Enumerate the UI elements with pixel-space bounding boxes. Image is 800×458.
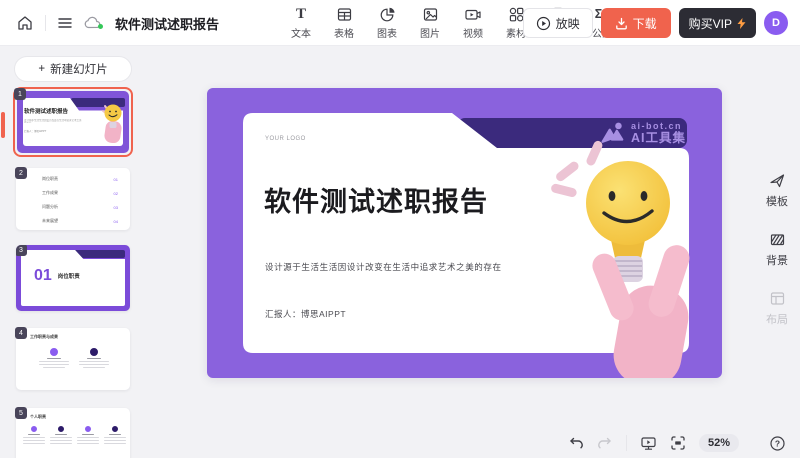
- tool-text[interactable]: T 文本: [284, 5, 318, 40]
- present-button[interactable]: 放映: [523, 8, 593, 38]
- panel-item-layout[interactable]: 布局: [766, 290, 788, 327]
- slide-thumbnail-2[interactable]: 2 岗位职责 01 工作成果 02 问题分析 03 未来展望 04: [16, 168, 130, 230]
- circle-marker: [58, 426, 64, 432]
- circle-marker: [112, 426, 118, 432]
- tool-table[interactable]: 表格: [327, 5, 361, 40]
- thumb-item: [76, 426, 100, 444]
- slide-thumbnail-3[interactable]: 3 01 岗位职责: [16, 245, 130, 311]
- slide-canvas[interactable]: YOUR LOGO 软件测试述职报告 设计源于生活生活因设计改变在生活中追求艺术…: [207, 88, 722, 378]
- plus-icon: +: [38, 63, 45, 75]
- lightning-icon: [737, 18, 746, 29]
- divider: [45, 15, 46, 31]
- slide-presenter[interactable]: 汇报人：博思AIPPT: [265, 308, 346, 320]
- svg-text:?: ?: [775, 438, 780, 448]
- fit-screen-icon: [670, 435, 686, 451]
- thumb-cover: 软件测试述职报告 设计源于生活生活因设计改变在生活中追求艺术之美的存在 汇报人：…: [17, 91, 129, 153]
- image-icon: [422, 5, 439, 23]
- help-button[interactable]: ?: [769, 435, 786, 452]
- play-icon: [536, 16, 551, 31]
- circle-marker: [50, 348, 58, 356]
- slide-panel: + 新建幻灯片 1 软件测试述职报告 设计源于生活生活因设计改变在生活中追求艺术…: [0, 46, 150, 458]
- tool-image[interactable]: 图片: [413, 5, 447, 40]
- menu-icon[interactable]: [57, 16, 73, 30]
- bottom-controls: 52% ?: [568, 434, 786, 452]
- panel-item-template[interactable]: 模板: [766, 172, 788, 209]
- cloud-sync-icon[interactable]: [84, 16, 102, 30]
- slide-logo-text[interactable]: YOUR LOGO: [265, 136, 306, 142]
- background-icon: [769, 231, 786, 248]
- circle-marker: [90, 348, 98, 356]
- watermark-logo-icon: [601, 121, 625, 145]
- thumb-title: 工作职责与成果: [30, 334, 58, 340]
- tool-video[interactable]: 视频: [456, 5, 490, 40]
- slide-title[interactable]: 软件测试述职报告: [264, 180, 488, 219]
- toc-row: 未来展望 04: [42, 218, 118, 224]
- document-title: 软件测试述职报告: [115, 14, 219, 33]
- presenter-view-button[interactable]: [640, 435, 657, 452]
- layout-icon: [769, 290, 786, 307]
- thumb-item: [78, 348, 110, 368]
- download-button[interactable]: 下载: [601, 8, 671, 38]
- download-icon: [615, 17, 628, 30]
- table-icon: [336, 5, 353, 23]
- video-icon: [464, 5, 482, 23]
- thumb-item: [49, 426, 73, 444]
- presenter-icon: [640, 435, 657, 452]
- toc-row: 问题分析 03: [42, 204, 118, 210]
- template-icon: [769, 172, 786, 189]
- home-icon[interactable]: [16, 14, 34, 32]
- top-bar: 软件测试述职报告 T 文本 表格 图表: [0, 0, 800, 46]
- chart-icon: [379, 5, 396, 23]
- thumb-title: 个人职责: [30, 414, 46, 420]
- undo-button[interactable]: [568, 436, 584, 450]
- user-avatar[interactable]: D: [764, 11, 788, 35]
- panel-item-background[interactable]: 背景: [766, 231, 788, 268]
- buy-vip-button[interactable]: 购买VIP: [679, 8, 756, 38]
- slide-thumbnail-4[interactable]: 4 工作职责与成果: [16, 328, 130, 390]
- text-icon: T: [296, 5, 306, 23]
- thumb-item: [38, 348, 70, 368]
- tool-chart[interactable]: 图表: [370, 5, 404, 40]
- thumb-title: 软件测试述职报告: [24, 107, 68, 115]
- new-slide-button[interactable]: + 新建幻灯片: [14, 56, 132, 82]
- right-panel: 模板 背景 布局: [754, 46, 800, 458]
- watermark-name: AI工具集: [631, 132, 686, 145]
- thumb-subtitle: 设计源于生活生活因设计改变在生活中追求艺术之美的存在: [24, 119, 82, 123]
- slide-thumbnail-1[interactable]: 1 软件测试述职报告 设计源于生活生活因设计改变在生活中追求艺术之美的存在 汇报…: [13, 87, 133, 157]
- help-icon: ?: [769, 435, 786, 452]
- slide-number-badge: 2: [15, 167, 27, 179]
- zoom-level[interactable]: 52%: [699, 434, 739, 452]
- slide-number-badge: 4: [15, 327, 27, 339]
- fit-screen-button[interactable]: [670, 435, 686, 451]
- redo-icon: [597, 436, 613, 450]
- slide-number-badge: 3: [16, 245, 27, 256]
- thumb-presenter: 汇报人：博思AIPPT: [24, 129, 46, 133]
- toc-row: 工作成果 02: [42, 190, 118, 196]
- slide-number-badge: 5: [15, 407, 27, 419]
- section-title: 岗位职责: [58, 272, 80, 280]
- watermark: ai-bot.cn AI工具集: [601, 119, 686, 147]
- thumb-item: [22, 426, 46, 444]
- circle-marker: [85, 426, 91, 432]
- thumb-item: [103, 426, 127, 444]
- app-window: 软件测试述职报告 T 文本 表格 图表: [0, 0, 800, 458]
- undo-icon: [568, 436, 584, 450]
- thumb-cover-art: [95, 99, 125, 143]
- slide-number-badge: 1: [14, 88, 26, 100]
- slide-thumbnail-5[interactable]: 5 个人职责: [16, 408, 130, 458]
- sync-status-dot: [98, 24, 103, 29]
- watermark-url: ai-bot.cn: [631, 122, 682, 131]
- section-number: 01: [34, 267, 52, 285]
- divider: [626, 435, 627, 451]
- circle-marker: [31, 426, 37, 432]
- toc-row: 岗位职责 01: [42, 176, 118, 182]
- redo-button[interactable]: [597, 436, 613, 450]
- slide-subtitle[interactable]: 设计源于生活生活因设计改变在生活中追求艺术之美的存在: [265, 261, 502, 273]
- scroll-indicator[interactable]: [1, 112, 5, 138]
